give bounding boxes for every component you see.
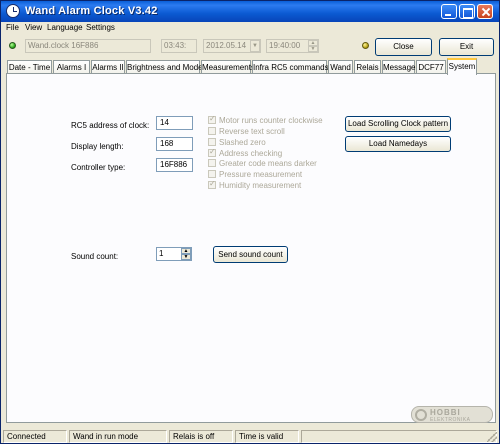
tab-alarms-1[interactable]: Alarms I (53, 60, 90, 74)
send-sound-count-button[interactable]: Send sound count (213, 246, 288, 263)
connection-led-icon (9, 42, 16, 49)
device-field: Wand.clock 16F886 (25, 39, 151, 53)
close-button[interactable]: Close (375, 38, 432, 56)
menu-settings[interactable]: Settings (86, 22, 115, 34)
tab-date-time[interactable]: Date - Time (7, 60, 52, 74)
hobbi-logo: HOBBI ELEKTRONIKA (411, 406, 493, 423)
maximize-button[interactable] (459, 4, 475, 19)
exit-button[interactable]: Exit (439, 38, 494, 56)
status-connection: Connected (3, 430, 67, 443)
checkbox-icon[interactable] (208, 170, 216, 178)
controller-type-input[interactable]: 16F886 (156, 158, 193, 172)
logo-mark-icon (415, 409, 427, 421)
clock-icon (6, 4, 20, 18)
display-length-label: Display length: (71, 142, 124, 151)
spin-down-icon[interactable]: ▼ (181, 254, 191, 260)
option-address-checking[interactable]: Address checking (208, 147, 282, 158)
checkbox-icon[interactable] (208, 159, 216, 167)
status-led-icon (362, 42, 369, 49)
tab-measurements[interactable]: Measurements (201, 60, 255, 74)
status-relais: Relais is off (169, 430, 233, 443)
tab-dcf77[interactable]: DCF77 (416, 60, 446, 74)
tab-alarms-2[interactable]: Alarms II (91, 60, 125, 74)
tab-message[interactable]: Message (382, 60, 415, 74)
sound-count-value: 1 (159, 249, 164, 258)
rc5-address-input[interactable]: 14 (156, 116, 193, 130)
sound-count-stepper[interactable]: 1 ▲ ▼ (156, 247, 192, 261)
status-mode: Wand in run mode (69, 430, 167, 443)
spin-down-icon: ▼ (308, 46, 318, 52)
title-bar[interactable]: Wand Alarm Clock V3.42 (1, 1, 499, 22)
checkbox-icon[interactable] (208, 179, 216, 189)
display-length-input[interactable]: 168 (156, 137, 193, 151)
option-motor-ccw[interactable]: Motor runs counter clockwise (208, 114, 323, 125)
tab-system[interactable]: System (447, 58, 477, 75)
load-scrolling-pattern-button[interactable]: Load Scrolling Clock pattern (345, 116, 451, 132)
tab-relais[interactable]: Relais (354, 60, 381, 74)
minimize-button[interactable] (441, 4, 457, 19)
status-time: Time is valid (235, 430, 299, 443)
checkbox-icon[interactable] (208, 114, 216, 124)
close-window-button[interactable] (477, 4, 493, 19)
time-short-field: 03:43: (161, 39, 197, 53)
status-bar: Connected Wand in run mode Relais is off… (1, 429, 499, 444)
rc5-address-label: RC5 address of clock: (71, 121, 150, 130)
sound-count-label: Sound count: (71, 252, 119, 261)
chevron-down-icon: ▼ (250, 40, 260, 52)
option-humidity[interactable]: Humidity measurement (208, 179, 301, 190)
checkbox-icon[interactable] (208, 138, 216, 146)
load-namedays-button[interactable]: Load Namedays (345, 136, 451, 152)
option-slashed-zero[interactable]: Slashed zero (208, 138, 266, 147)
controller-type-label: Controller type: (71, 163, 126, 172)
checkbox-icon[interactable] (208, 147, 216, 157)
menu-language[interactable]: Language (47, 22, 83, 34)
window-title: Wand Alarm Clock V3.42 (25, 5, 158, 17)
tab-brightness-mode[interactable]: Brightness and Mode (126, 60, 203, 74)
option-greater-darker[interactable]: Greater code means darker (208, 159, 317, 168)
menu-view[interactable]: View (25, 22, 42, 34)
resize-grip-icon[interactable] (487, 432, 497, 442)
app-window: Wand Alarm Clock V3.42 File View Languag… (0, 0, 500, 444)
logo-subtext: ELEKTRONIKA (430, 417, 471, 423)
tab-wand[interactable]: Wand (328, 60, 353, 74)
status-empty (301, 430, 497, 443)
option-pressure[interactable]: Pressure measurement (208, 170, 302, 179)
logo-text: HOBBI (430, 408, 461, 417)
tab-infra-rc5[interactable]: Infra RC5 commands (252, 60, 329, 74)
menu-file[interactable]: File (6, 22, 19, 34)
option-reverse-scroll[interactable]: Reverse text scroll (208, 127, 285, 136)
checkbox-icon[interactable] (208, 127, 216, 135)
menu-bar: File View Language Settings (1, 22, 499, 34)
